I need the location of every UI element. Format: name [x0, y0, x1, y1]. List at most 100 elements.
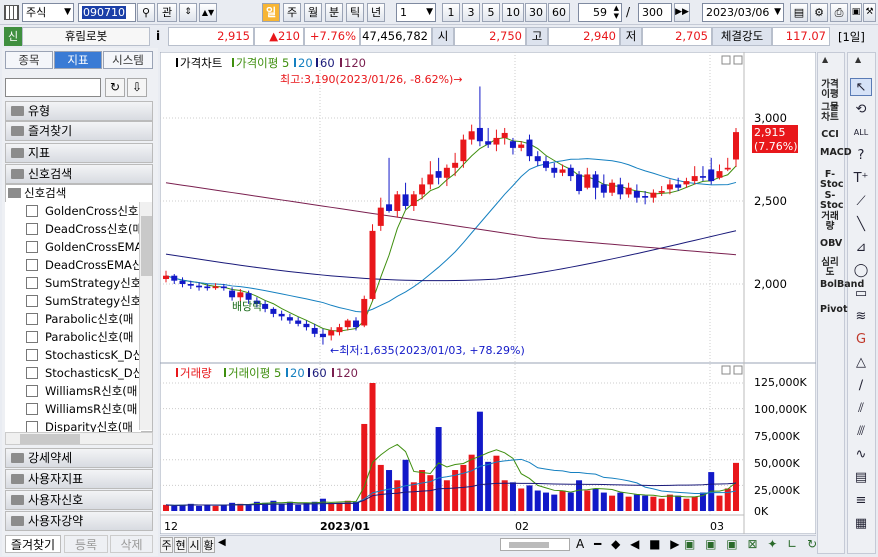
- config-icon[interactable]: ⚒: [863, 3, 876, 22]
- ind-macd[interactable]: MACD: [820, 148, 852, 158]
- hscroll-thumb[interactable]: [20, 434, 80, 444]
- total-count-input[interactable]: 300: [638, 3, 672, 22]
- right-panel-top-arrows[interactable]: ▲: [822, 55, 828, 64]
- layout-icon[interactable]: ▤: [790, 3, 808, 22]
- spinner-button[interactable]: ▲▼: [199, 3, 217, 22]
- checkbox[interactable]: [26, 223, 38, 235]
- period-day-button[interactable]: 일: [262, 3, 280, 22]
- tree-hscrollbar[interactable]: [5, 432, 153, 445]
- save-icon[interactable]: ▣: [850, 3, 862, 22]
- info-icon[interactable]: i: [150, 27, 166, 46]
- search-button[interactable]: ⚲: [137, 3, 155, 22]
- folder-favorites[interactable]: 즐겨찾기: [5, 121, 153, 141]
- right-panel-top-arrows-2[interactable]: ▲: [855, 55, 861, 64]
- pointer-icon[interactable]: ↖: [850, 78, 872, 96]
- folder-type[interactable]: 유형: [5, 101, 153, 121]
- register-button[interactable]: 등록: [64, 535, 108, 553]
- period-tick-button[interactable]: 틱: [346, 3, 364, 22]
- gann-tool-icon[interactable]: G: [850, 331, 872, 349]
- checkbox[interactable]: [26, 349, 38, 361]
- chart-hscrollbar[interactable]: [500, 538, 570, 551]
- tree-item-signal[interactable]: GoldenCrossEMA: [5, 238, 141, 256]
- ind-obv[interactable]: OBV: [820, 239, 842, 249]
- tree-item-signal[interactable]: StochasticsK_D신: [5, 346, 141, 364]
- tree-item-signal[interactable]: SumStrategy신호: [5, 274, 141, 292]
- line-tool-icon[interactable]: ⟋: [850, 193, 872, 211]
- checkbox[interactable]: [26, 385, 38, 397]
- tree-scrollbar[interactable]: [139, 202, 152, 430]
- hscroll-thumb[interactable]: [509, 542, 549, 548]
- ind-psy[interactable]: 심리도: [820, 258, 840, 278]
- checkbox[interactable]: [26, 277, 38, 289]
- period-week-button[interactable]: 주: [283, 3, 301, 22]
- grid-icon[interactable]: [4, 5, 19, 20]
- help-icon[interactable]: ?: [850, 147, 872, 165]
- folder-signal-search[interactable]: 신호검색: [5, 164, 153, 184]
- circle-tool-icon[interactable]: ◯: [850, 262, 872, 280]
- refresh-icon[interactable]: ↻: [105, 78, 125, 97]
- triangle-tool-icon[interactable]: ⊿: [850, 239, 872, 257]
- period-year-button[interactable]: 년: [367, 3, 385, 22]
- tab-items[interactable]: 종목: [5, 51, 53, 69]
- ind-bolband[interactable]: BolBand: [820, 280, 864, 290]
- tab-favorites-bottom[interactable]: 즐겨찾기: [5, 535, 61, 553]
- bottom-left-arrow[interactable]: ◀: [218, 537, 226, 548]
- undo-icon[interactable]: ⟲: [850, 101, 872, 119]
- date-select[interactable]: 2023/03/06 ▼: [702, 3, 784, 22]
- trend-tool-icon[interactable]: ∕: [850, 377, 872, 395]
- ind-s-stoc[interactable]: S-Stoc: [820, 191, 844, 211]
- tab-si[interactable]: 시: [188, 537, 201, 553]
- folder-strength[interactable]: 강세약세: [5, 448, 153, 468]
- ind-volume[interactable]: 거래량: [820, 212, 840, 232]
- delete-button[interactable]: 삭제: [110, 535, 153, 553]
- checkbox[interactable]: [26, 367, 38, 379]
- quick-30-button[interactable]: 30: [525, 3, 547, 22]
- settings-icon[interactable]: ⚙: [810, 3, 828, 22]
- next-icon[interactable]: ▶▶: [674, 3, 690, 22]
- market-select[interactable]: 주식 ▼: [22, 3, 74, 22]
- tab-hwang[interactable]: 황: [202, 537, 215, 553]
- line2-tool-icon[interactable]: ╲: [850, 216, 872, 234]
- tree-item-signal[interactable]: DeadCrossEMA신: [5, 256, 141, 274]
- interval-select[interactable]: 1 ▼: [396, 3, 436, 22]
- fib-tool-icon[interactable]: ≋: [850, 308, 872, 326]
- tree-item-signal[interactable]: StochasticsK_D신: [5, 364, 141, 382]
- updown-button[interactable]: ⇕: [179, 3, 197, 22]
- checkbox[interactable]: [26, 313, 38, 325]
- checkbox[interactable]: [26, 403, 38, 415]
- quick-3-button[interactable]: 3: [462, 3, 480, 22]
- folder-user-strength[interactable]: 사용자강약: [5, 511, 153, 531]
- checkbox[interactable]: [26, 259, 38, 271]
- wave-tool-icon[interactable]: ∿: [850, 446, 872, 464]
- channel-tool-icon[interactable]: ⫽: [850, 400, 872, 418]
- print-icon[interactable]: ⎙: [830, 3, 848, 22]
- tree-item-signal[interactable]: Parabolic신호(매: [5, 310, 141, 328]
- tree-item-signal[interactable]: WilliamsR신호(매: [5, 382, 141, 400]
- code-input[interactable]: 090710: [78, 3, 136, 22]
- tab-ju[interactable]: 주: [160, 537, 173, 553]
- tree-item-signal[interactable]: WilliamsR신호(매: [5, 400, 141, 418]
- ind-net-chart[interactable]: 그물차트: [820, 103, 840, 123]
- scrollbar-thumb[interactable]: [141, 216, 152, 276]
- tab-hyeon[interactable]: 현: [174, 537, 187, 553]
- ind-price-ma[interactable]: 가격이평: [820, 80, 840, 100]
- box-tool-icon[interactable]: ▤: [850, 469, 872, 487]
- period-month-button[interactable]: 월: [304, 3, 322, 22]
- tree-item-signal[interactable]: Parabolic신호(매: [5, 328, 141, 346]
- download-icon[interactable]: ⇩: [127, 78, 147, 97]
- quick-60-button[interactable]: 60: [548, 3, 570, 22]
- indicator-search-input[interactable]: [5, 78, 101, 97]
- checkbox[interactable]: [26, 205, 38, 217]
- ind-pivot[interactable]: Pivot: [820, 305, 847, 315]
- quick-10-button[interactable]: 10: [502, 3, 524, 22]
- table-tool-icon[interactable]: ▦: [850, 515, 872, 533]
- grid-tool-icon[interactable]: ⫻: [850, 423, 872, 441]
- tab-system[interactable]: 시스템: [103, 51, 153, 69]
- tree-item-signal[interactable]: DeadCross신호(매: [5, 220, 141, 238]
- ind-cci[interactable]: CCI: [820, 130, 840, 140]
- quick-1-button[interactable]: 1: [442, 3, 460, 22]
- tree-item-signal[interactable]: SumStrategy신호: [5, 292, 141, 310]
- chart-area[interactable]: 가격차트 가격이평 5 20 60 120 최고:3,190(2023/01/26, -8…: [160, 52, 816, 534]
- checkbox[interactable]: [26, 241, 38, 253]
- tab-indicators[interactable]: 지표: [54, 51, 102, 69]
